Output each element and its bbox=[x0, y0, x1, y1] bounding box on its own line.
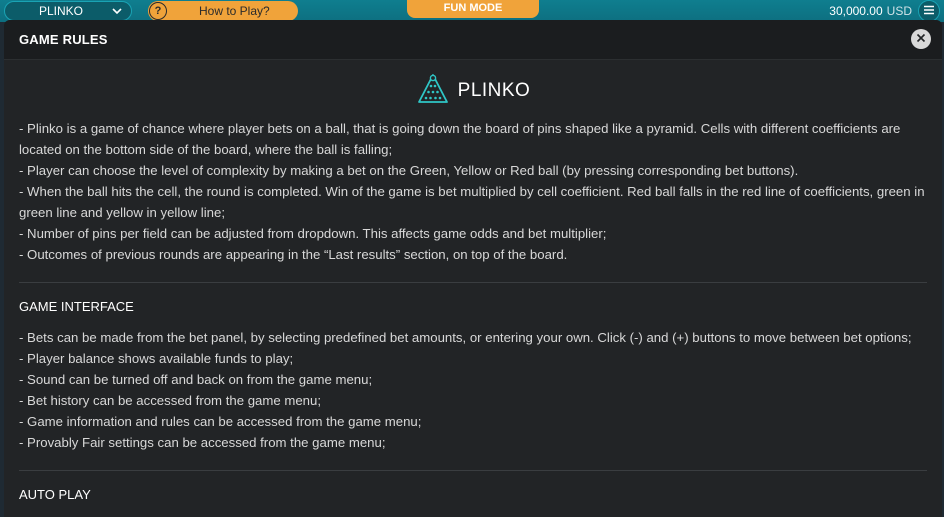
plinko-logo-icon bbox=[416, 72, 450, 111]
interface-line: - Player balance shows available funds t… bbox=[19, 351, 294, 366]
how-to-play-button[interactable]: ? How to Play? bbox=[148, 1, 298, 21]
close-button[interactable] bbox=[911, 29, 931, 49]
rules-line: - Plinko is a game of chance where playe… bbox=[19, 121, 901, 157]
balance-amount: 30,000.00 bbox=[829, 4, 883, 18]
interface-line: - Bets can be made from the bet panel, b… bbox=[19, 330, 912, 345]
balance-display: 30,000.00 USD bbox=[829, 4, 912, 18]
rules-line: - Player can choose the level of complex… bbox=[19, 163, 799, 178]
logo-row: PLINKO bbox=[19, 60, 927, 118]
logo-title: PLINKO bbox=[457, 80, 531, 101]
fun-mode-badge: FUN MODE bbox=[407, 0, 539, 18]
interface-line: - Game information and rules can be acce… bbox=[19, 414, 422, 429]
interface-text: - Bets can be made from the bet panel, b… bbox=[19, 327, 927, 453]
modal-body: PLINKO - Plinko is a game of chance wher… bbox=[4, 60, 942, 502]
chevron-down-icon bbox=[111, 5, 123, 17]
rules-line: - Number of pins per field can be adjust… bbox=[19, 226, 607, 241]
interface-line: - Bet history can be accessed from the g… bbox=[19, 393, 321, 408]
menu-icon bbox=[923, 2, 935, 20]
how-to-play-label: How to Play? bbox=[199, 4, 270, 18]
game-selector-dropdown[interactable]: PLINKO bbox=[4, 1, 132, 21]
modal-title: GAME RULES bbox=[19, 32, 108, 47]
interface-line: - Sound can be turned off and back on fr… bbox=[19, 372, 373, 387]
game-rules-modal: GAME RULES PLINKO - Plinko is a game of … bbox=[4, 20, 942, 517]
close-icon bbox=[916, 30, 926, 48]
game-selector-label: PLINKO bbox=[39, 4, 84, 18]
rules-line: - When the ball hits the cell, the round… bbox=[19, 184, 925, 220]
menu-button[interactable] bbox=[918, 0, 940, 22]
section-divider bbox=[19, 470, 927, 471]
auto-play-heading: AUTO PLAY bbox=[19, 487, 91, 502]
rules-line: - Outcomes of previous rounds are appear… bbox=[19, 247, 568, 262]
modal-header: GAME RULES bbox=[4, 20, 942, 60]
help-icon: ? bbox=[149, 2, 167, 20]
game-top-bar: PLINKO ? How to Play? FUN MODE 30,000.00… bbox=[0, 0, 944, 22]
game-interface-heading: GAME INTERFACE bbox=[19, 299, 134, 314]
section-divider bbox=[19, 282, 927, 283]
rules-text: - Plinko is a game of chance where playe… bbox=[19, 118, 927, 265]
balance-currency: USD bbox=[886, 4, 912, 18]
interface-line: - Provably Fair settings can be accessed… bbox=[19, 435, 386, 450]
